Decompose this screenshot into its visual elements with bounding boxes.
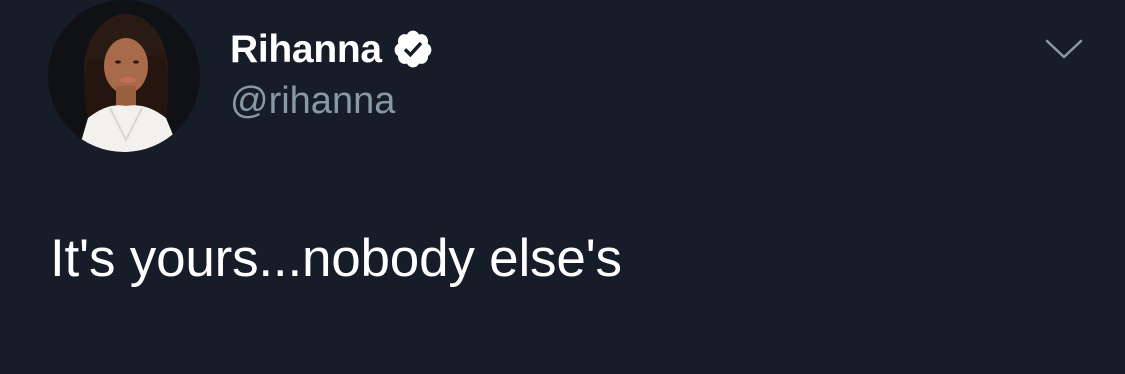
avatar[interactable] [48, 0, 200, 152]
tweet-text: It's yours...nobody else's [50, 229, 622, 288]
author-name-row[interactable]: Rihanna [230, 26, 434, 72]
verified-badge-icon [394, 30, 432, 68]
author-handle[interactable]: @rihanna [230, 82, 395, 120]
chevron-down-icon[interactable] [1045, 38, 1083, 60]
display-name[interactable]: Rihanna [230, 30, 382, 69]
profile-photo-icon [48, 0, 200, 152]
tweet-card: Rihanna @rihanna It's yours...nobody els… [0, 0, 1125, 374]
